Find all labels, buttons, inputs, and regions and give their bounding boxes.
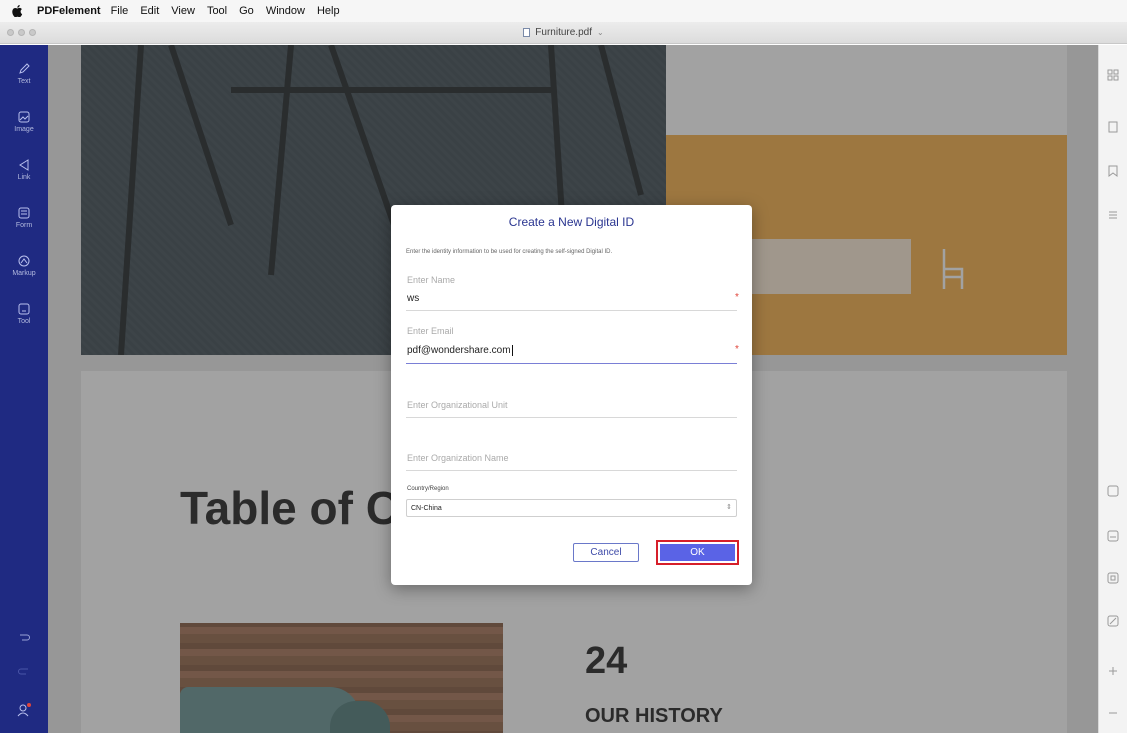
dialog-description: Enter the identity information to be use… [406, 249, 613, 255]
org-unit-field[interactable]: Enter Organizational Unit [407, 400, 508, 410]
tool-link-button[interactable]: Link [0, 149, 48, 189]
org-unit-underline [406, 417, 737, 418]
tool-icon [18, 303, 30, 314]
tool-markup-button[interactable]: Markup [0, 245, 48, 285]
list-icon[interactable] [1107, 209, 1119, 221]
cancel-button[interactable]: Cancel [573, 543, 639, 562]
menu-tool[interactable]: Tool [207, 5, 227, 17]
document-title[interactable]: Furniture.pdf ⌄ [523, 27, 604, 38]
country-region-label: Country/Region [407, 486, 449, 492]
menu-bar: PDFelement File Edit View Tool Go Window… [0, 0, 1127, 22]
panel-icon-4[interactable] [1107, 615, 1119, 627]
menu-go[interactable]: Go [239, 5, 254, 17]
menu-edit[interactable]: Edit [140, 5, 159, 17]
chevron-down-icon: ⌄ [597, 28, 604, 37]
menu-help[interactable]: Help [317, 5, 340, 17]
bookmark-icon[interactable] [1107, 165, 1119, 177]
account-icon[interactable] [15, 701, 33, 719]
right-panel [1098, 45, 1127, 733]
zoom-out-icon[interactable] [1107, 707, 1119, 719]
tool-link-label: Link [17, 173, 31, 181]
create-digital-id-dialog: Create a New Digital ID Enter the identi… [391, 205, 752, 585]
email-field-value: pdf@wondershare.com [407, 345, 511, 357]
pencil-icon [19, 62, 30, 74]
zoom-window-button[interactable] [29, 29, 36, 36]
country-region-select[interactable]: CN-China ⇕ [406, 499, 737, 517]
window-controls [7, 29, 36, 36]
tool-text-button[interactable]: Text [0, 53, 48, 93]
panel-icon-2[interactable] [1107, 530, 1119, 542]
image-icon [18, 111, 30, 122]
page-icon[interactable] [1107, 121, 1119, 133]
email-required-mark: * [735, 344, 739, 355]
undo-icon[interactable] [15, 663, 33, 681]
window-title-bar: Furniture.pdf ⌄ [0, 22, 1127, 44]
ok-button-highlight: OK [656, 540, 739, 565]
menu-file[interactable]: File [111, 5, 129, 17]
name-field[interactable]: ws [407, 293, 419, 304]
tool-tool-button[interactable]: Tool [0, 293, 48, 333]
app-name[interactable]: PDFelement [37, 5, 101, 17]
menu-view[interactable]: View [171, 5, 195, 17]
document-title-text: Furniture.pdf [535, 27, 592, 38]
panel-icon-1[interactable] [1107, 485, 1119, 497]
markup-icon [18, 255, 30, 266]
ok-button[interactable]: OK [660, 544, 735, 561]
zoom-in-icon[interactable] [1107, 665, 1119, 677]
org-name-underline [406, 470, 737, 471]
email-field-underline [406, 363, 737, 364]
redo-icon[interactable] [15, 629, 33, 647]
email-field-label: Enter Email [407, 326, 454, 336]
tool-markup-label: Markup [12, 269, 36, 277]
email-field[interactable]: pdf@wondershare.com [407, 345, 513, 356]
org-name-field[interactable]: Enter Organization Name [407, 453, 509, 463]
text-cursor [511, 345, 513, 356]
tool-image-button[interactable]: Image [0, 101, 48, 141]
panel-icon-3[interactable] [1107, 572, 1119, 584]
left-toolbar: Text Image Link Form Markup Tool [0, 45, 48, 733]
menu-window[interactable]: Window [266, 5, 305, 17]
tool-tool-label: Tool [17, 317, 31, 325]
grid-icon[interactable] [1107, 69, 1119, 81]
tool-image-label: Image [14, 125, 34, 133]
pdf-file-icon [523, 28, 531, 37]
name-field-label: Enter Name [407, 275, 456, 285]
country-region-value: CN-China [411, 504, 442, 512]
tool-form-button[interactable]: Form [0, 197, 48, 237]
name-required-mark: * [735, 292, 739, 303]
minimize-window-button[interactable] [18, 29, 25, 36]
link-icon [19, 158, 29, 171]
tool-text-label: Text [17, 77, 31, 85]
form-icon [18, 207, 30, 218]
select-arrows-icon: ⇕ [726, 504, 732, 511]
tool-form-label: Form [15, 221, 33, 229]
dialog-title: Create a New Digital ID [508, 215, 635, 229]
name-field-underline [406, 310, 737, 311]
close-window-button[interactable] [7, 29, 14, 36]
apple-icon[interactable] [12, 5, 23, 17]
